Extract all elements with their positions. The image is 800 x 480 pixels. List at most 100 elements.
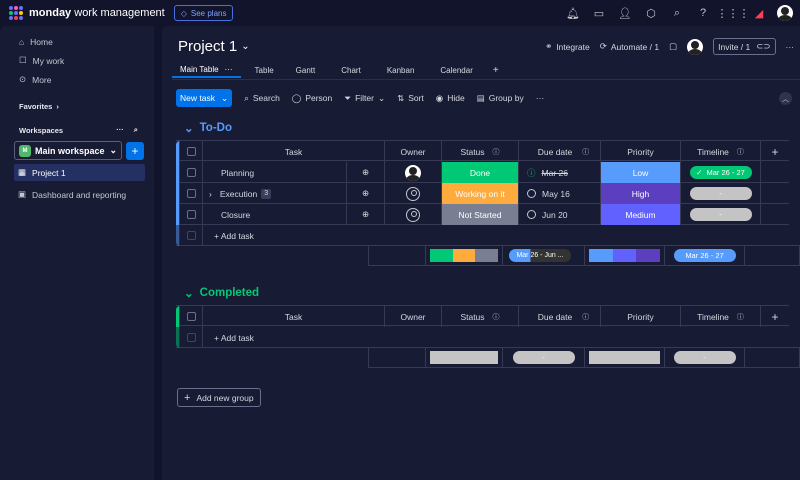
add-workspace-item-button[interactable]: + — [126, 141, 144, 160]
column-header-owner[interactable]: Owner — [385, 141, 442, 162]
column-header-task[interactable]: Task — [203, 141, 385, 162]
column-header-due-date[interactable]: Due date ⓘ — [519, 141, 601, 162]
due-date-cell[interactable]: Jun 20 — [519, 204, 601, 225]
workspace-selector[interactable]: M Main workspace ⌄ — [14, 141, 122, 160]
sidebar-item-more[interactable]: ⊙ More — [0, 70, 154, 89]
column-header-task[interactable]: Task — [203, 306, 385, 327]
bell-icon[interactable]: 🔔︎ — [560, 0, 586, 26]
add-view-button[interactable]: + — [485, 62, 507, 78]
add-update-button[interactable]: ⊕ — [347, 183, 385, 204]
due-summary[interactable]: - — [503, 348, 585, 367]
owner-cell[interactable] — [385, 162, 442, 183]
tab-kanban[interactable]: Kanban — [379, 62, 423, 78]
select-all-checkbox[interactable] — [180, 141, 203, 162]
status-cell[interactable]: Not Started — [442, 204, 519, 225]
inbox-icon[interactable]: ▭ — [586, 0, 612, 26]
info-icon[interactable]: ⓘ — [737, 147, 744, 157]
sidebar-item-project-1[interactable]: ▦ Project 1 — [14, 164, 145, 181]
comment-icon[interactable]: ▢ — [669, 41, 677, 52]
add-update-button[interactable]: ⊕ — [347, 204, 385, 225]
column-header-owner[interactable]: Owner — [385, 306, 442, 327]
expand-chevron-icon[interactable]: › — [209, 189, 212, 199]
priority-cell[interactable]: Medium — [601, 204, 681, 225]
row-checkbox[interactable] — [180, 204, 203, 225]
search-icon[interactable]: ⌕ — [664, 0, 690, 26]
status-summary[interactable] — [426, 246, 503, 265]
integrate-button[interactable]: ⚭ Integrate — [545, 41, 590, 52]
due-summary[interactable]: Mar 26 - Jun ... — [503, 246, 585, 265]
help-icon[interactable]: ? — [690, 0, 716, 26]
automate-button[interactable]: ⟳ Automate / 1 — [600, 41, 659, 52]
apps-icon[interactable]: ⬡ — [638, 0, 664, 26]
info-icon[interactable]: ⓘ — [582, 147, 589, 157]
add-new-group-button[interactable]: + Add new group — [177, 388, 261, 407]
logo[interactable]: monday work management — [9, 6, 165, 20]
group-title-todo[interactable]: ⌄ To-Do — [184, 121, 232, 135]
invite-button[interactable]: Invite / 1 ⊂⊃ — [713, 38, 776, 55]
hide-button[interactable]: ◉ Hide — [436, 93, 465, 104]
user-avatar[interactable] — [772, 0, 798, 26]
group-title-completed[interactable]: ⌄ Completed — [184, 286, 259, 300]
search-icon[interactable]: ⌕ — [134, 125, 138, 135]
tab-calendar[interactable]: Calendar — [432, 62, 480, 78]
due-date-cell[interactable]: May 16 — [519, 183, 601, 204]
info-icon[interactable]: ⓘ — [493, 147, 500, 157]
task-name-cell[interactable]: Planning — [203, 162, 347, 183]
tab-chart[interactable]: Chart — [333, 62, 369, 78]
row-checkbox[interactable] — [180, 162, 203, 183]
grid-menu-icon[interactable]: ⋮⋮⋮ — [717, 0, 750, 26]
board-owner-avatar[interactable] — [687, 38, 704, 55]
add-update-button[interactable]: ⊕ — [347, 162, 385, 183]
column-header-status[interactable]: Status ⓘ — [442, 306, 519, 327]
ellipsis-icon[interactable]: ··· — [116, 125, 124, 135]
column-header-due-date[interactable]: Due date ⓘ — [519, 306, 601, 327]
column-header-timeline[interactable]: Timeline ⓘ — [681, 306, 761, 327]
add-column-button[interactable]: + — [761, 306, 789, 327]
group-by-button[interactable]: ▤ Group by — [477, 93, 524, 104]
timeline-cell[interactable]: ✓ Mar 26 - 27 — [681, 162, 761, 183]
status-summary[interactable] — [426, 348, 503, 367]
person-filter-button[interactable]: ◯ Person — [292, 93, 332, 104]
add-column-button[interactable]: + — [761, 141, 789, 162]
due-date-cell[interactable]: ⓘ Mar 26 — [519, 162, 601, 183]
sidebar-item-my-work[interactable]: ☐ My work — [0, 51, 154, 70]
search-button[interactable]: ⌕ Search — [244, 93, 280, 104]
more-options-icon[interactable]: ··· — [786, 42, 795, 52]
add-task-input[interactable]: + Add task — [203, 225, 800, 246]
column-header-priority[interactable]: Priority — [601, 141, 681, 162]
timeline-summary[interactable]: Mar 26 - 27 — [665, 246, 745, 265]
collapse-header-button[interactable]: ︿ — [779, 92, 792, 105]
task-name-cell[interactable]: Closure — [203, 204, 347, 225]
sidebar-item-home[interactable]: ⌂ Home — [0, 32, 154, 51]
info-icon[interactable]: ⓘ — [582, 312, 589, 322]
task-name-cell[interactable]: › Execution 3 — [203, 183, 347, 204]
board-title[interactable]: Project 1 ⌄ — [178, 38, 250, 55]
invite-members-icon[interactable]: 👤︎ — [612, 0, 638, 26]
priority-cell[interactable]: High — [601, 183, 681, 204]
column-header-timeline[interactable]: Timeline ⓘ — [681, 141, 761, 162]
timeline-cell[interactable]: - — [681, 183, 761, 204]
select-all-checkbox[interactable] — [180, 306, 203, 327]
new-task-button[interactable]: New task ⌄ — [176, 89, 233, 107]
filter-button[interactable]: ⏷ Filter ⌄ — [344, 93, 385, 104]
column-header-priority[interactable]: Priority — [601, 306, 681, 327]
column-header-status[interactable]: Status ⓘ — [442, 141, 519, 162]
sort-button[interactable]: ⇅ Sort — [397, 93, 424, 104]
add-task-input[interactable]: + Add task — [203, 327, 800, 348]
tab-gantt[interactable]: Gantt — [288, 62, 324, 78]
favorites-section[interactable]: Favorites › — [0, 97, 154, 115]
account-logo-icon[interactable]: ◢ — [746, 0, 772, 26]
status-cell[interactable]: Working on it — [442, 183, 519, 204]
timeline-cell[interactable]: - — [681, 204, 761, 225]
info-icon[interactable]: ⓘ — [493, 312, 500, 322]
priority-summary[interactable] — [585, 246, 665, 265]
status-cell[interactable]: Done — [442, 162, 519, 183]
priority-summary[interactable] — [585, 348, 665, 367]
timeline-summary[interactable]: - — [665, 348, 745, 367]
sidebar-item-dashboard[interactable]: ▣ Dashboard and reporting — [0, 185, 154, 204]
row-checkbox[interactable] — [180, 183, 203, 204]
owner-cell[interactable] — [385, 204, 442, 225]
tab-main-table[interactable]: Main Table ··· — [172, 62, 241, 78]
see-plans-button[interactable]: ◇ See plans — [173, 5, 234, 21]
owner-cell[interactable] — [385, 183, 442, 204]
